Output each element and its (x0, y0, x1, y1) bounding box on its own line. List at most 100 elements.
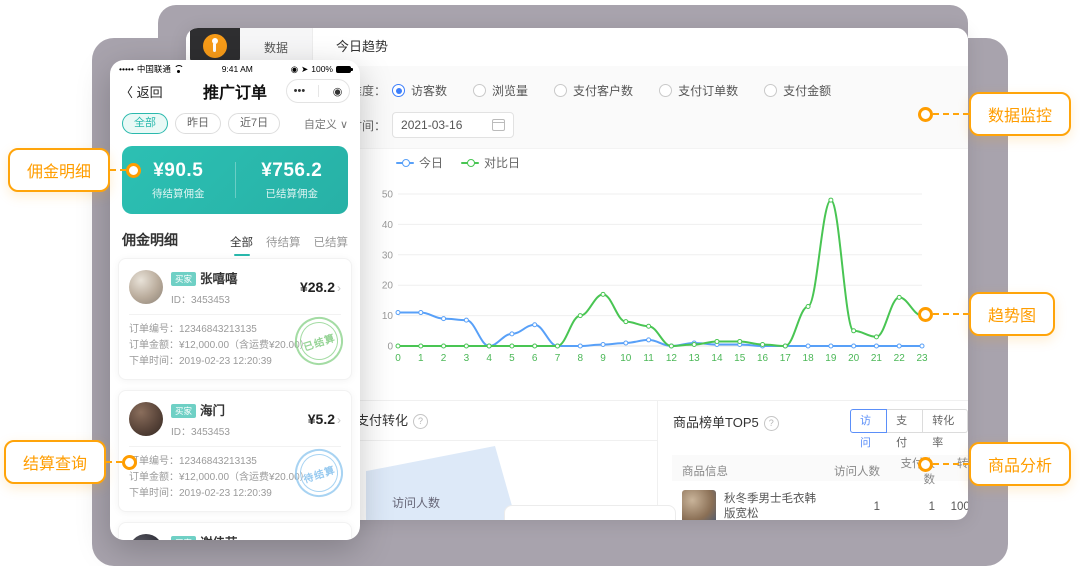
wifi-icon (174, 65, 184, 73)
phone-status-bar: ••••• 中国联通 9:41 AM ◉ ➤ 100% (110, 60, 360, 75)
callout-marker (122, 455, 137, 470)
filter-pill-全部[interactable]: 全部 (122, 113, 168, 134)
product-thumbnail (682, 490, 716, 520)
callout-settlement-query: 结算查询 (4, 440, 137, 484)
svg-text:6: 6 (532, 353, 538, 364)
radio-icon (764, 84, 777, 97)
close-circle-icon[interactable]: ◉ (333, 85, 343, 98)
legend-line-icon (396, 162, 414, 164)
svg-text:8: 8 (577, 353, 583, 364)
svg-text:19: 19 (825, 353, 837, 364)
legend-line-icon (461, 162, 479, 164)
funnel-tooltip-card (504, 505, 676, 520)
callout-trend-chart-box: 趋势图 (969, 292, 1055, 336)
stage: 数据 今日趋势 数据维度： 访客数浏览量支付客户数支付订单数支付金额 对比时间：… (0, 0, 1080, 566)
calendar-icon (492, 119, 505, 131)
miniprogram-capsule[interactable]: ••• ◉ (286, 79, 350, 103)
callout-dash (933, 313, 969, 315)
top5-tab-支付[interactable]: 支付 (886, 409, 923, 433)
order-card[interactable]: 买家张嘻嘻 ID：3453453 ¥28.2› 订单编号：12346843213… (118, 258, 352, 380)
buyer-name: 谢佳芸 (200, 536, 238, 540)
app-logo-tile[interactable] (190, 28, 240, 64)
funnel-step-label: 访问人数 (392, 494, 440, 511)
svg-text:13: 13 (689, 353, 701, 364)
signal-dots-icon: ••••• (119, 64, 134, 74)
visits-value: 1 (832, 501, 892, 513)
brand-logo-icon (203, 34, 227, 58)
top5-tab-group: 访问支付转化率 (850, 409, 968, 433)
funnel-step-visits[interactable] (366, 446, 516, 520)
svg-text:10: 10 (382, 311, 394, 322)
commission-tab-待结算[interactable]: 待结算 (266, 234, 301, 250)
compare-date-value: 2021-03-16 (401, 118, 462, 132)
phone-mockup: ••••• 中国联通 9:41 AM ◉ ➤ 100% 〈 返回 推广订单 ••… (110, 60, 360, 540)
top5-help-icon[interactable]: ? (764, 416, 779, 431)
svg-text:3: 3 (464, 353, 470, 364)
dimension-radio-支付订单数[interactable]: 支付订单数 (659, 82, 738, 99)
order-divider (129, 314, 341, 315)
commission-tab-已结算[interactable]: 已结算 (314, 234, 349, 250)
svg-text:16: 16 (757, 353, 769, 364)
legend-item-对比日[interactable]: 对比日 (461, 154, 520, 171)
compare-date-input[interactable]: 2021-03-16 (392, 112, 514, 138)
series-今日 (398, 313, 922, 346)
more-icon[interactable]: ••• (294, 85, 306, 97)
svg-text:30: 30 (382, 250, 394, 261)
battery-percent: 100% (311, 64, 333, 74)
svg-text:23: 23 (916, 353, 928, 364)
battery-icon (336, 66, 351, 73)
top5-table-body: 秋冬季男士毛衣韩版宽松 1 1 100% (672, 481, 968, 520)
svg-text:0: 0 (387, 342, 393, 353)
svg-text:9: 9 (600, 353, 606, 364)
chevron-right-icon: › (337, 413, 341, 427)
custom-filter[interactable]: 自定义 ∨ (304, 116, 348, 132)
status-time: 9:41 AM (222, 64, 253, 74)
order-card[interactable]: 买家海门 ID：3453453 ¥5.2› 订单编号：1234684321313… (118, 390, 352, 512)
callout-data-monitor: 数据监控 (918, 92, 1071, 136)
svg-text:2: 2 (441, 353, 447, 364)
callout-settlement-query-box: 结算查询 (4, 440, 106, 484)
settled-amount: ¥756.2 (236, 160, 349, 182)
commission-list-tabs: 全部待结算已结算 (230, 234, 348, 250)
trend-line-chart[interactable]: 0102030405001234567891011121314151617181… (374, 186, 940, 378)
order-card[interactable]: 买家谢佳芸 ID：3453453 ¥8.63› 订单编号：12346843213… (118, 522, 352, 540)
svg-text:20: 20 (382, 281, 394, 292)
commission-list-header: 佣金明细 全部待结算已结算 (122, 230, 348, 250)
commission-summary-card[interactable]: ¥90.5 待结算佣金 ¥756.2 已结算佣金 (122, 146, 348, 214)
filter-pill-近7日[interactable]: 近7日 (228, 113, 280, 134)
legend-item-今日[interactable]: 今日 (396, 154, 443, 171)
svg-text:21: 21 (871, 353, 883, 364)
top5-tab-转化率[interactable]: 转化率 (922, 409, 968, 433)
settled-label: 已结算佣金 (236, 186, 349, 201)
svg-text:0: 0 (395, 353, 401, 364)
svg-text:14: 14 (711, 353, 723, 364)
svg-text:18: 18 (803, 353, 815, 364)
filter-pill-昨日[interactable]: 昨日 (175, 113, 221, 134)
svg-text:22: 22 (894, 353, 906, 364)
top5-panel-title: 商品榜单TOP5? (673, 412, 779, 432)
svg-text:7: 7 (555, 353, 561, 364)
callout-trend-chart: 趋势图 (918, 292, 1055, 336)
buyer-id: ID：3453453 (171, 423, 230, 438)
commission-list-title: 佣金明细 (122, 230, 178, 250)
callout-dash (110, 169, 126, 171)
dimension-radio-支付客户数[interactable]: 支付客户数 (554, 82, 633, 99)
dimension-radio-访客数[interactable]: 访客数 (392, 82, 447, 99)
dimension-radio-浏览量[interactable]: 浏览量 (473, 82, 528, 99)
top5-tab-访问[interactable]: 访问 (850, 409, 887, 433)
top5-row[interactable]: 秋冬季男士毛衣韩版宽松 1 1 100% (682, 481, 968, 520)
back-button[interactable]: 〈 返回 (120, 82, 163, 101)
radio-icon (473, 84, 486, 97)
dimension-radio-支付金额[interactable]: 支付金额 (764, 82, 831, 99)
svg-text:40: 40 (382, 220, 394, 231)
order-amount: ¥5.2› (308, 411, 341, 427)
radio-icon (554, 84, 567, 97)
order-list: 买家张嘻嘻 ID：3453453 ¥28.2› 订单编号：12346843213… (110, 258, 360, 540)
commission-tab-全部[interactable]: 全部 (230, 234, 253, 250)
phone-nav-bar: 〈 返回 推广订单 ••• ◉ (110, 75, 360, 109)
top5-title-text: 商品榜单TOP5 (673, 415, 759, 430)
funnel-help-icon[interactable]: ? (413, 414, 428, 429)
buyer-name: 海门 (200, 404, 225, 418)
product-name: 秋冬季男士毛衣韩版宽松 (724, 492, 816, 520)
callout-dash (933, 113, 969, 115)
